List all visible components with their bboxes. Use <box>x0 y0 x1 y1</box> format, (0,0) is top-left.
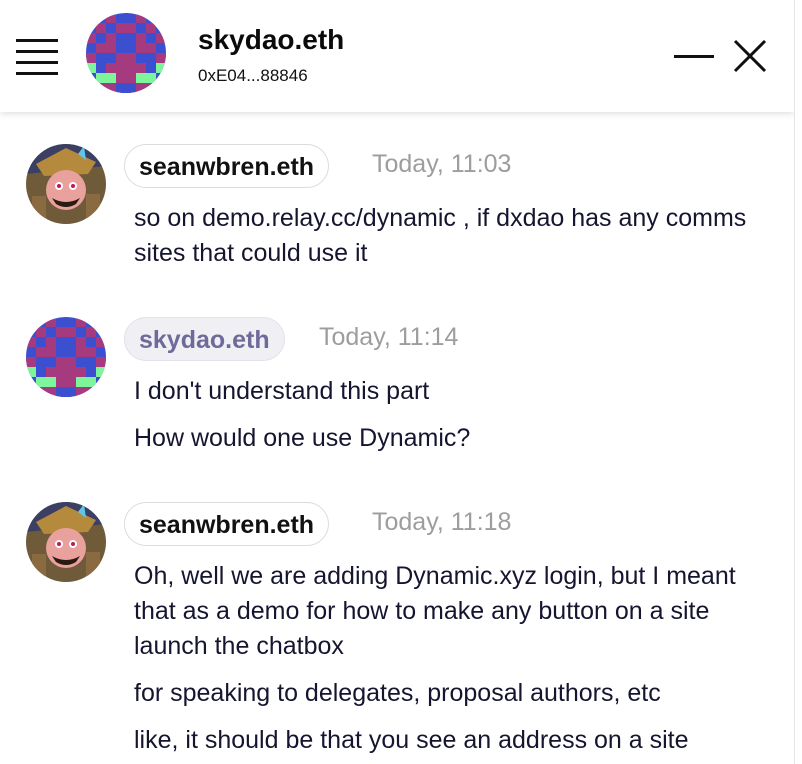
sender-name-pill[interactable]: skydao.eth <box>124 317 285 361</box>
nft-avatar-icon <box>26 144 106 224</box>
message-text: How would one use Dynamic? <box>134 424 471 452</box>
contact-name: skydao.eth <box>198 24 345 55</box>
close-icon <box>733 39 767 73</box>
message-text: Oh, well we are adding Dynamic.xyz login… <box>134 562 736 660</box>
message-text: I don't understand this part <box>134 377 430 405</box>
sender-name-pill[interactable]: seanwbren.eth <box>124 502 330 546</box>
sender-avatar[interactable] <box>26 317 106 397</box>
header-avatar <box>86 13 166 93</box>
sender-avatar[interactable] <box>26 502 106 582</box>
chat-window: skydao.eth 0xE04...88846 seanwbren.eth T… <box>0 0 795 764</box>
message-timestamp: Today, 11:14 <box>319 323 459 351</box>
message-timestamp: Today, 11:03 <box>372 150 512 178</box>
menu-button[interactable] <box>14 36 60 76</box>
minimize-button[interactable] <box>672 40 716 74</box>
hamburger-menu-icon <box>16 39 58 75</box>
nft-avatar-icon <box>26 502 106 582</box>
minimize-icon <box>674 55 714 58</box>
sender-avatar[interactable] <box>26 144 106 224</box>
close-button[interactable] <box>730 36 770 76</box>
chat-header: skydao.eth 0xE04...88846 <box>0 0 794 112</box>
sender-name-pill[interactable]: seanwbren.eth <box>124 144 330 188</box>
message-text: like, it should be that you see an addre… <box>134 726 689 754</box>
pixel-avatar-icon <box>26 317 106 397</box>
contact-address[interactable]: 0xE04...88846 <box>198 66 308 86</box>
message-text: for speaking to delegates, proposal auth… <box>134 679 661 707</box>
message-timestamp: Today, 11:18 <box>372 508 512 536</box>
message-text: so on demo.relay.cc/dynamic , if dxdao h… <box>134 204 747 267</box>
